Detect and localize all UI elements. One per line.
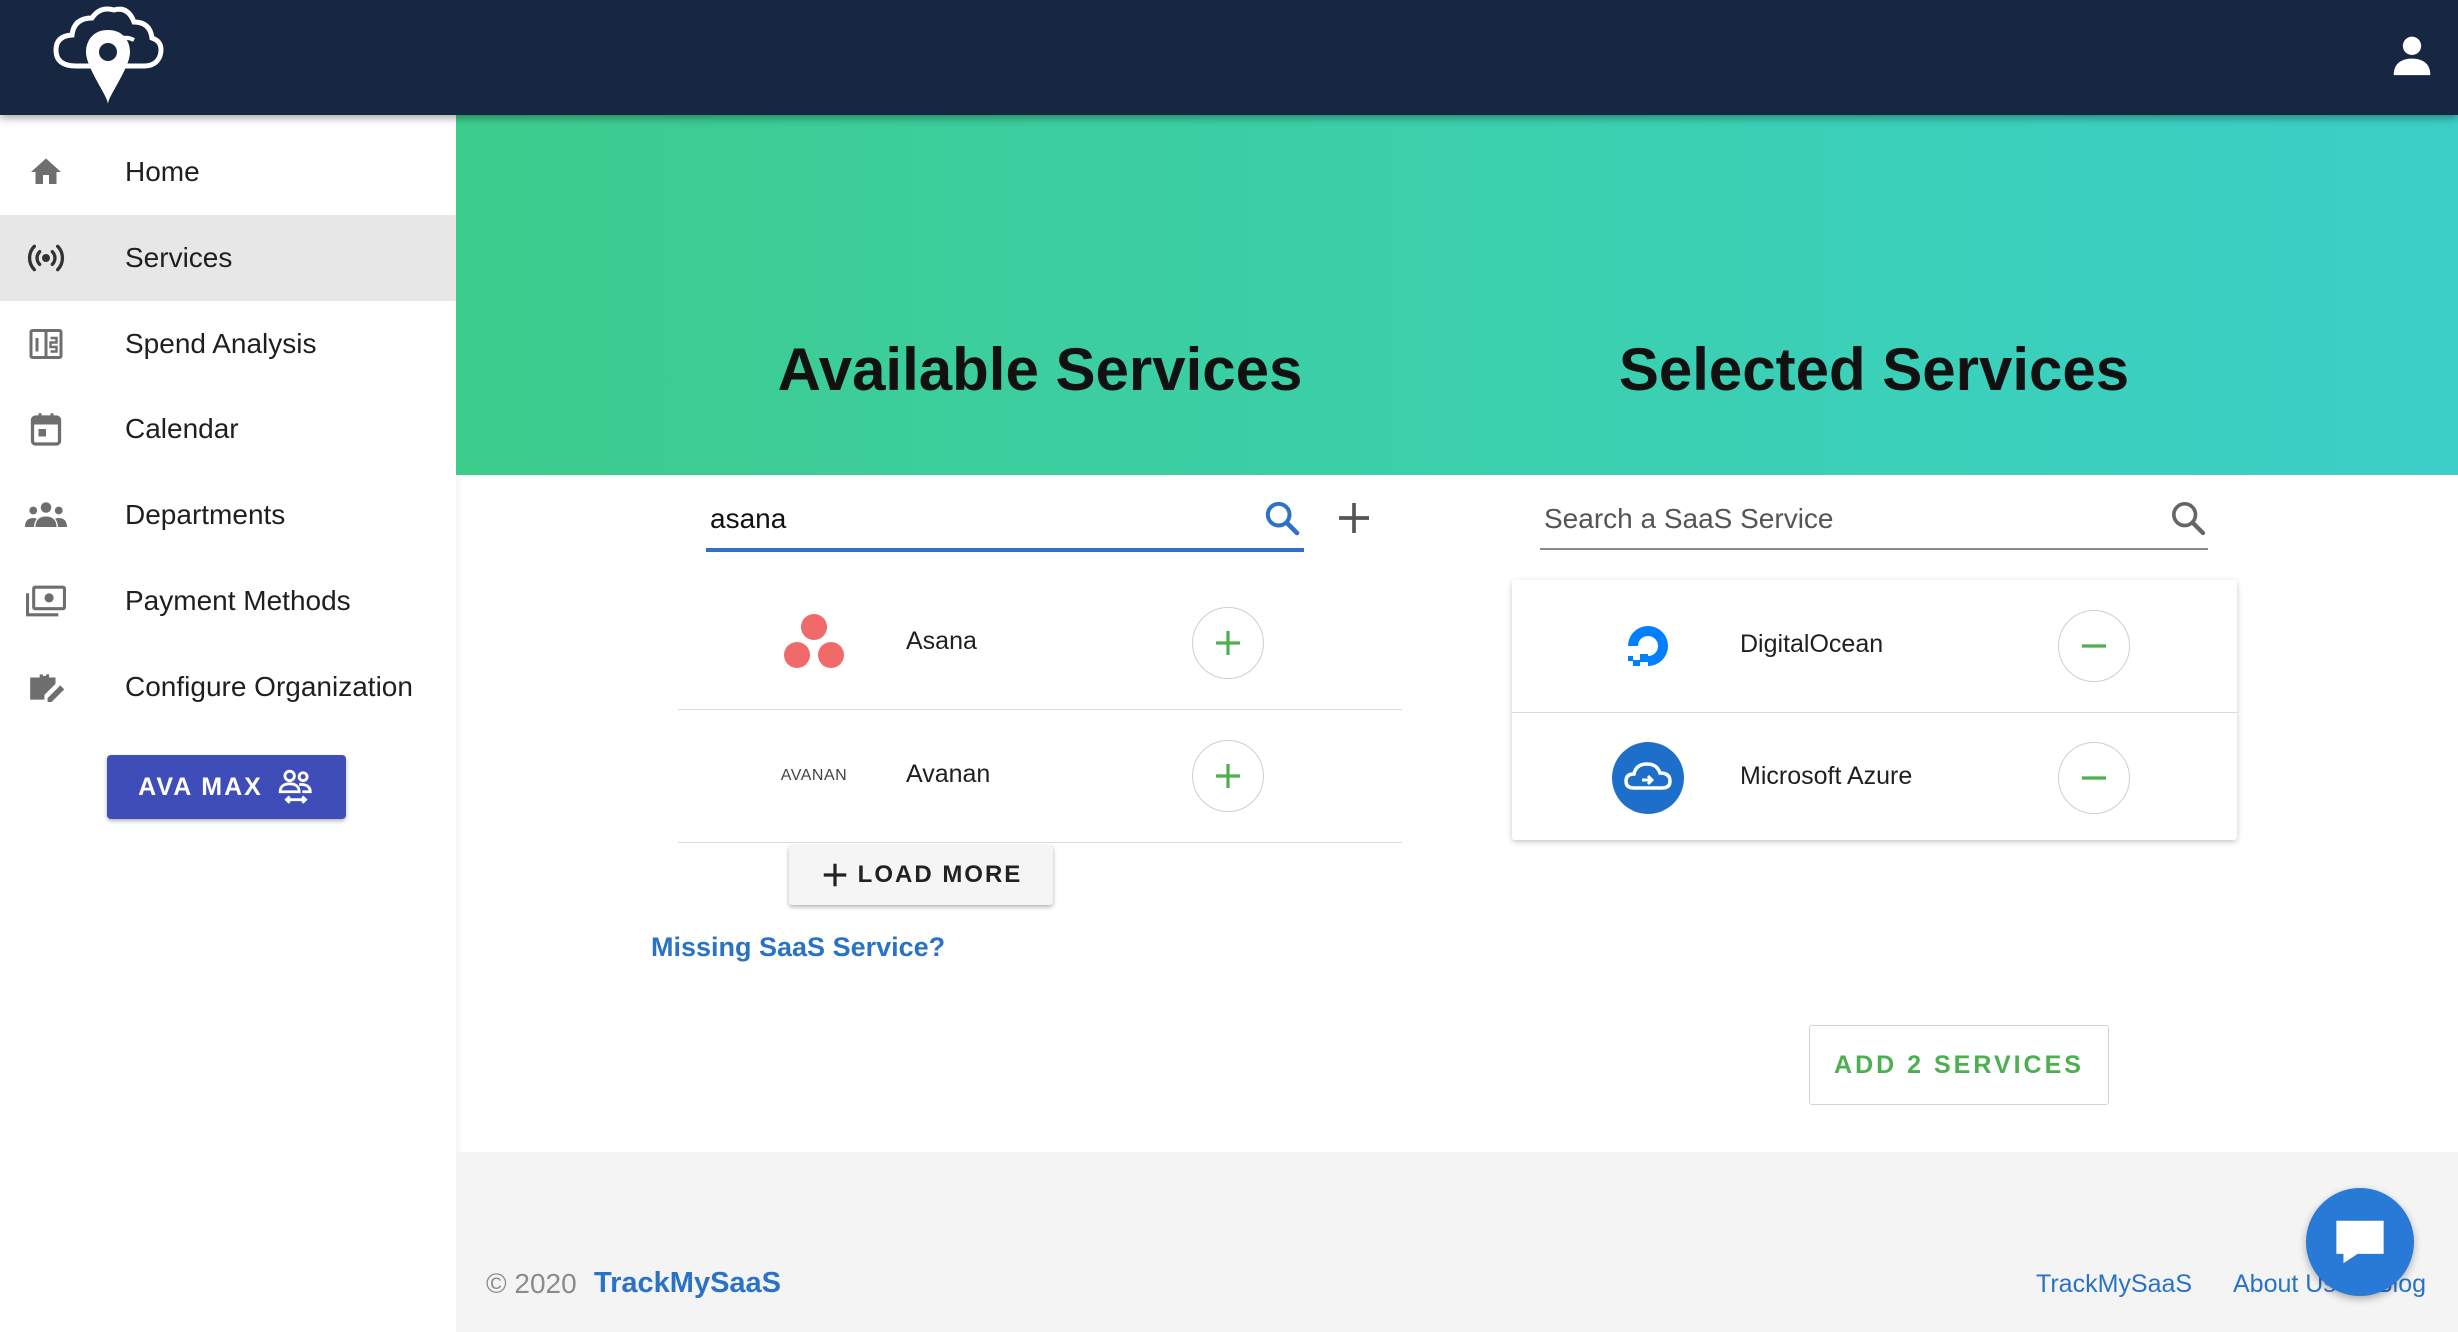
analysis-icon: [24, 322, 68, 366]
minus-icon: [2082, 776, 2106, 780]
service-name: Avanan: [906, 760, 991, 788]
calendar-icon: [24, 407, 68, 451]
broadcast-icon: [24, 236, 68, 280]
sidebar-item-calendar[interactable]: Calendar: [0, 386, 456, 472]
remove-service-button[interactable]: [2058, 610, 2130, 682]
load-more-button[interactable]: LOAD MORE: [789, 845, 1053, 905]
add-service-button[interactable]: [1192, 740, 1264, 812]
search-icon[interactable]: [1262, 498, 1302, 538]
people-icon: [24, 493, 68, 537]
add-services-button[interactable]: ADD 2 SERVICES: [1809, 1025, 2109, 1105]
available-service-row: Asana: [678, 577, 1402, 710]
sidebar-item-spend-analysis[interactable]: Spend Analysis: [0, 301, 456, 387]
briefcase-edit-icon: [24, 665, 68, 709]
sidebar-item-payment-methods[interactable]: Payment Methods: [0, 558, 456, 644]
digitalocean-logo-icon: [1628, 626, 1668, 666]
hero-banner: [456, 115, 2458, 475]
selected-search-input[interactable]: [1542, 496, 2136, 542]
available-service-row: AVANAN Avanan: [678, 710, 1402, 843]
remove-service-button[interactable]: [2058, 742, 2130, 814]
service-name: DigitalOcean: [1740, 630, 1884, 658]
add-custom-service-icon[interactable]: [1334, 498, 1374, 538]
footer: © 2020 TrackMySaaS TrackMySaaS About Us …: [456, 1152, 2458, 1332]
load-more-label: LOAD MORE: [857, 861, 1023, 888]
sidebar-item-label: Spend Analysis: [125, 328, 317, 359]
sidebar-item-label: Calendar: [125, 413, 239, 444]
selected-service-row: DigitalOcean: [1512, 580, 2237, 713]
payment-icon: [24, 579, 68, 623]
sidebar-item-label: Departments: [125, 499, 286, 530]
plus-icon: [1216, 631, 1240, 655]
plus-icon: [1216, 764, 1240, 788]
sidebar: Home Services Spend Analysis Calendar De…: [0, 115, 456, 1332]
missing-service-link[interactable]: Missing SaaS Service?: [651, 932, 945, 963]
add-services-label: ADD 2 SERVICES: [1834, 1050, 2084, 1079]
sidebar-item-departments[interactable]: Departments: [0, 472, 456, 558]
search-icon[interactable]: [2168, 498, 2208, 538]
selected-services-card: DigitalOcean Microsoft Azure: [1512, 580, 2237, 840]
sidebar-item-label: Configure Organization: [125, 671, 413, 702]
chat-bubble-icon: [2336, 1220, 2384, 1264]
sidebar-item-label: Services: [125, 242, 233, 273]
sidebar-item-services[interactable]: Services: [0, 215, 456, 301]
selected-search-field: [1540, 490, 2208, 550]
add-service-button[interactable]: [1192, 607, 1264, 679]
people-swap-icon: [278, 769, 312, 804]
service-name: Asana: [906, 627, 977, 655]
top-app-bar: [0, 0, 2458, 115]
sidebar-item-label: Payment Methods: [125, 585, 351, 616]
plus-icon: [823, 863, 846, 887]
cloud-location-logo-icon[interactable]: [48, 4, 168, 108]
service-name: Microsoft Azure: [1740, 762, 1913, 790]
ava-max-button[interactable]: AVA MAX: [107, 755, 346, 819]
selected-service-row: Microsoft Azure: [1512, 712, 2237, 844]
chat-widget-button[interactable]: [2306, 1188, 2414, 1296]
available-search-field: [706, 490, 1304, 552]
footer-brand-link[interactable]: TrackMySaaS: [594, 1267, 781, 1300]
microsoft-azure-logo-icon: [1612, 742, 1684, 814]
asana-logo-icon: [784, 614, 844, 668]
home-icon: [24, 150, 68, 194]
footer-link-trackmysaas[interactable]: TrackMySaaS: [2036, 1270, 2192, 1299]
minus-icon: [2082, 644, 2106, 648]
copyright-text: © 2020: [486, 1268, 577, 1299]
sidebar-item-label: Home: [125, 156, 200, 187]
ava-max-label: AVA MAX: [138, 772, 263, 801]
sidebar-item-configure-organization[interactable]: Configure Organization: [0, 644, 456, 730]
available-search-input[interactable]: [708, 496, 1232, 542]
user-account-icon[interactable]: [2390, 33, 2434, 77]
selected-services-title: Selected Services: [1618, 336, 2130, 403]
avanan-logo-icon: AVANAN: [780, 767, 848, 784]
sidebar-item-home[interactable]: Home: [0, 129, 456, 215]
available-services-title: Available Services: [777, 336, 1303, 403]
